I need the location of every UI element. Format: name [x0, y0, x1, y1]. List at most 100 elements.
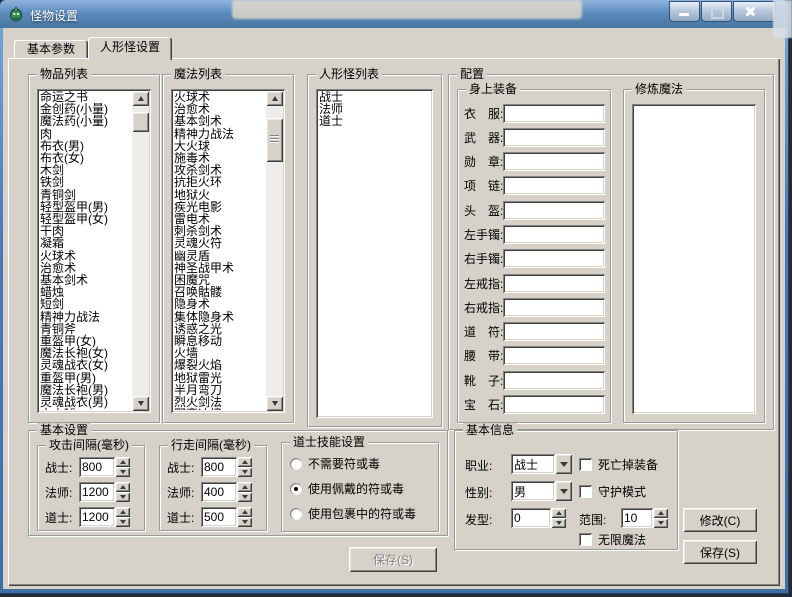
- scroll-down-icon[interactable]: [266, 396, 283, 411]
- equipment-input[interactable]: [503, 371, 605, 390]
- item-listbox[interactable]: 命运之书金创药(小量)魔法药(小量)肉布衣(男)布衣(女)木剑铁剑青铜剑轻型盔甲…: [37, 89, 151, 413]
- equipment-input[interactable]: [503, 176, 605, 195]
- job-value[interactable]: [511, 454, 555, 474]
- equipment-input[interactable]: [503, 322, 605, 341]
- list-item[interactable]: 灵魂战衣(女): [40, 359, 130, 371]
- scrollbar-thumb[interactable]: [266, 118, 283, 162]
- equipment-input[interactable]: [503, 152, 605, 171]
- scroll-down-icon[interactable]: [132, 396, 149, 411]
- list-item[interactable]: 凝霜: [40, 237, 130, 249]
- spin-up-icon[interactable]: [115, 507, 130, 517]
- job-combobox[interactable]: [511, 454, 572, 474]
- list-item[interactable]: 隐身术: [174, 298, 264, 310]
- chevron-down-icon[interactable]: [555, 454, 572, 474]
- spin-down-icon[interactable]: [551, 518, 566, 528]
- spin-down-icon[interactable]: [115, 517, 130, 527]
- hair-input[interactable]: [511, 508, 551, 528]
- list-item[interactable]: 魔法药(小量): [40, 115, 130, 127]
- minimize-button[interactable]: [669, 1, 700, 22]
- spin-down-icon[interactable]: [237, 517, 252, 527]
- list-item[interactable]: 抗拒火环: [174, 176, 264, 188]
- radio-option[interactable]: 不需要符或毒: [290, 454, 416, 473]
- spin-down-icon[interactable]: [115, 467, 130, 477]
- list-item[interactable]: 野蛮冲撞: [174, 408, 264, 410]
- list-item[interactable]: 铁剑: [40, 176, 130, 188]
- spin-edit: [79, 482, 130, 502]
- basic-settings-title: 基本设置: [37, 423, 91, 437]
- list-item[interactable]: 火球术: [40, 250, 130, 262]
- equipment-input[interactable]: [503, 128, 605, 147]
- humanoid-listbox[interactable]: 战士法师道士: [316, 89, 433, 418]
- range-input[interactable]: [621, 508, 653, 528]
- checkbox-icon[interactable]: [579, 533, 592, 546]
- spin-up-icon[interactable]: [653, 508, 668, 518]
- checkbox-icon[interactable]: [579, 485, 592, 498]
- drop-equip-checkbox-row[interactable]: 死亡掉装备: [579, 456, 658, 473]
- interval-input[interactable]: [201, 482, 237, 502]
- equipment-input[interactable]: [503, 395, 605, 414]
- list-item[interactable]: 精神力战法: [174, 128, 264, 140]
- spin-down-icon[interactable]: [653, 518, 668, 528]
- item-list-scrollbar[interactable]: [132, 91, 149, 411]
- scroll-up-icon[interactable]: [132, 91, 149, 106]
- spin-up-icon[interactable]: [115, 482, 130, 492]
- scroll-up-icon[interactable]: [266, 91, 283, 106]
- checkbox-icon[interactable]: [579, 458, 592, 471]
- equipment-input[interactable]: [503, 104, 605, 123]
- spin-down-icon[interactable]: [237, 492, 252, 502]
- spin-down-icon[interactable]: [115, 492, 130, 502]
- list-item[interactable]: 短剑: [40, 298, 130, 310]
- spin-up-icon[interactable]: [115, 457, 130, 467]
- tab-basic-params[interactable]: 基本参数: [14, 40, 88, 58]
- equipment-input[interactable]: [503, 201, 605, 220]
- tab-humanoid-settings[interactable]: 人形怪设置: [88, 37, 172, 60]
- scrollbar-thumb[interactable]: [132, 112, 149, 132]
- spin-up-icon[interactable]: [237, 482, 252, 492]
- list-item[interactable]: 基本剑术: [174, 115, 264, 127]
- spin-edit: [201, 482, 252, 502]
- list-item[interactable]: 地狱火: [174, 189, 264, 201]
- interval-input[interactable]: [79, 457, 115, 477]
- magic-listbox[interactable]: 火球术治愈术基本剑术精神力战法大火球施毒术攻杀剑术抗拒火环地狱火疾光电影雷电术刺…: [171, 89, 285, 413]
- interval-input[interactable]: [201, 457, 237, 477]
- equipment-input[interactable]: [503, 225, 605, 244]
- gender-combobox[interactable]: [511, 481, 572, 501]
- radio-option[interactable]: 使用佩戴的符或毒: [290, 479, 416, 498]
- chevron-down-icon[interactable]: [555, 481, 572, 501]
- spin-up-icon[interactable]: [551, 508, 566, 518]
- equipment-input[interactable]: [503, 274, 605, 293]
- list-item[interactable]: 道士: [319, 115, 430, 127]
- radio-icon[interactable]: [290, 458, 302, 470]
- gender-value[interactable]: [511, 481, 555, 501]
- interval-input[interactable]: [79, 482, 115, 502]
- equipment-input[interactable]: [503, 249, 605, 268]
- radio-icon[interactable]: [290, 508, 302, 520]
- unlimited-magic-checkbox-row[interactable]: 无限魔法: [579, 531, 646, 548]
- interval-input[interactable]: [79, 507, 115, 527]
- training-magic-title: 修炼魔法: [632, 82, 686, 96]
- save-button[interactable]: 保存(S): [683, 540, 757, 564]
- save-bottom-button[interactable]: 保存(S): [349, 547, 437, 572]
- radio-icon[interactable]: [290, 483, 302, 495]
- list-item[interactable]: 肉: [40, 128, 130, 140]
- spin-down-icon[interactable]: [237, 467, 252, 477]
- list-item[interactable]: 爆裂火焰: [174, 359, 264, 371]
- maximize-button[interactable]: [701, 1, 732, 22]
- list-item[interactable]: 幽灵盾: [174, 250, 264, 262]
- spinner: [115, 457, 130, 477]
- basic-settings-group: 基本设置 攻击间隔(毫秒) 战士:: [28, 430, 448, 536]
- list-item[interactable]: 青铜剑: [40, 189, 130, 201]
- magic-list-scrollbar[interactable]: [266, 91, 283, 411]
- interval-input[interactable]: [201, 507, 237, 527]
- equipment-input[interactable]: [503, 298, 605, 317]
- spin-up-icon[interactable]: [237, 507, 252, 517]
- training-magic-listbox[interactable]: [632, 104, 756, 414]
- close-button[interactable]: [733, 1, 776, 22]
- list-item[interactable]: 灵魂火符: [174, 237, 264, 249]
- radio-option[interactable]: 使用包裹中的符或毒: [290, 504, 416, 523]
- modify-button[interactable]: 修改(C): [683, 508, 757, 532]
- spin-up-icon[interactable]: [237, 457, 252, 467]
- guard-mode-checkbox-row[interactable]: 守护模式: [579, 483, 646, 500]
- equipment-input[interactable]: [503, 346, 605, 365]
- minimize-icon: [679, 13, 689, 16]
